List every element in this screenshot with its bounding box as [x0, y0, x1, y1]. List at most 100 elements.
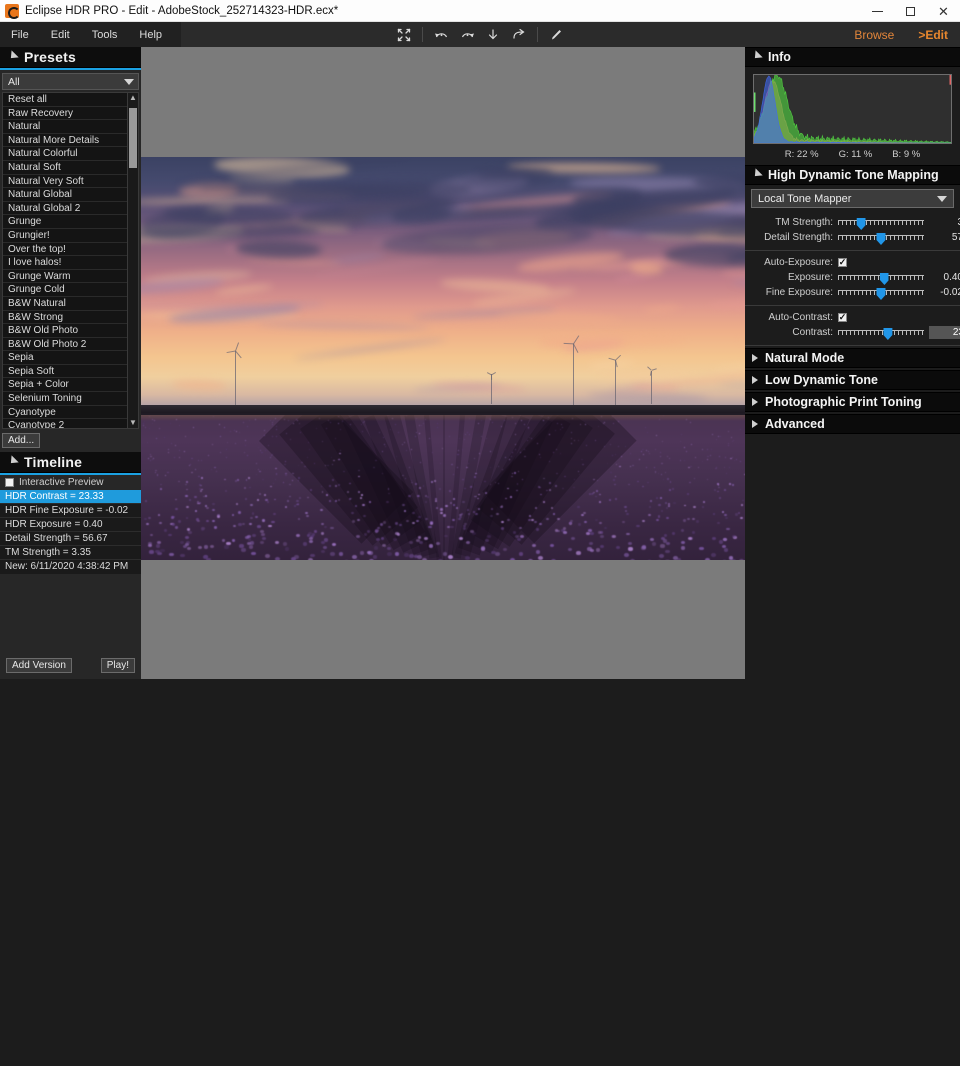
- export-arrow-icon[interactable]: [507, 24, 531, 46]
- preset-item[interactable]: Grungier!: [3, 229, 127, 243]
- preset-list[interactable]: Reset allRaw RecoveryNaturalNatural More…: [2, 92, 127, 429]
- lavender-texture: [309, 540, 313, 543]
- preset-item[interactable]: Selenium Toning: [3, 392, 127, 406]
- collapsed-section-low-dynamic-tone[interactable]: Low Dynamic Tone: [745, 370, 960, 390]
- timeline-item[interactable]: Detail Strength = 56.67: [0, 532, 141, 546]
- tab-edit[interactable]: >Edit: [918, 28, 948, 42]
- timeline-item[interactable]: HDR Contrast = 23.33: [0, 490, 141, 504]
- auto-exposure-row[interactable]: Auto-Exposure:: [751, 254, 954, 270]
- preset-item[interactable]: I love halos!: [3, 256, 127, 270]
- timeline-item[interactable]: TM Strength = 3.35: [0, 546, 141, 560]
- timeline-list[interactable]: HDR Contrast = 23.33HDR Fine Exposure = …: [0, 490, 141, 574]
- scroll-up-icon[interactable]: ▲: [129, 94, 137, 102]
- preset-item[interactable]: Natural Global 2: [3, 202, 127, 216]
- detail-strength-slider[interactable]: [838, 232, 924, 243]
- download-icon[interactable]: [481, 24, 505, 46]
- timeline-panel-header[interactable]: Timeline: [0, 452, 141, 473]
- preset-item[interactable]: Grunge Cold: [3, 283, 127, 297]
- timeline-item[interactable]: New: 6/11/2020 4:38:42 PM: [0, 560, 141, 574]
- presets-panel-header[interactable]: Presets: [0, 47, 141, 68]
- preset-item[interactable]: Raw Recovery: [3, 107, 127, 121]
- preset-item[interactable]: Natural More Details: [3, 134, 127, 148]
- preset-item[interactable]: Natural Very Soft: [3, 175, 127, 189]
- menu-tools[interactable]: Tools: [81, 22, 129, 47]
- lavender-texture: [666, 507, 669, 509]
- preset-item[interactable]: Reset all: [3, 93, 127, 107]
- preset-item[interactable]: B&W Old Photo 2: [3, 338, 127, 352]
- info-panel-header[interactable]: Info: [745, 47, 960, 67]
- lavender-texture: [696, 520, 699, 522]
- image-canvas[interactable]: [141, 47, 745, 679]
- maximize-button[interactable]: [894, 0, 927, 22]
- minimize-button[interactable]: [861, 0, 894, 22]
- preset-item[interactable]: B&W Strong: [3, 311, 127, 325]
- brush-icon[interactable]: [544, 24, 568, 46]
- tone-mapper-dropdown[interactable]: Local Tone Mapper: [751, 189, 954, 208]
- tone-mapping-panel-header[interactable]: High Dynamic Tone Mapping: [745, 165, 960, 185]
- preset-item[interactable]: Natural Colorful: [3, 147, 127, 161]
- interactive-preview-row[interactable]: Interactive Preview: [0, 475, 141, 490]
- preset-scroll-thumb[interactable]: [129, 108, 137, 168]
- timeline-item[interactable]: HDR Fine Exposure = -0.02: [0, 504, 141, 518]
- lavender-texture: [649, 506, 651, 508]
- lavender-texture: [734, 460, 735, 461]
- add-version-button[interactable]: Add Version: [6, 658, 72, 673]
- lavender-texture: [686, 451, 687, 452]
- auto-contrast-checkbox[interactable]: [838, 313, 847, 322]
- preset-filter-dropdown[interactable]: All: [2, 73, 139, 90]
- timeline-item[interactable]: HDR Exposure = 0.40: [0, 518, 141, 532]
- lavender-texture: [298, 518, 301, 520]
- preset-item[interactable]: Over the top!: [3, 243, 127, 257]
- interactive-preview-checkbox[interactable]: [5, 478, 14, 487]
- add-preset-button[interactable]: Add...: [2, 433, 40, 448]
- lavender-texture: [462, 449, 463, 450]
- preset-item[interactable]: Sepia Soft: [3, 365, 127, 379]
- undo-icon[interactable]: [429, 24, 453, 46]
- preset-item[interactable]: Sepia: [3, 351, 127, 365]
- collapsed-section-natural-mode[interactable]: Natural Mode: [745, 348, 960, 368]
- slider-handle[interactable]: [877, 288, 886, 300]
- menu-file[interactable]: File: [0, 22, 40, 47]
- preset-item[interactable]: Cyanotype: [3, 406, 127, 420]
- tm-strength-slider[interactable]: [838, 217, 924, 228]
- lavender-texture: [474, 458, 475, 459]
- tab-browse[interactable]: Browse: [854, 28, 894, 42]
- lavender-texture: [537, 443, 538, 444]
- preset-item[interactable]: Sepia + Color: [3, 378, 127, 392]
- slider-handle[interactable]: [883, 328, 892, 340]
- collapsed-section-advanced[interactable]: Advanced: [745, 414, 960, 434]
- slider-handle[interactable]: [877, 233, 886, 245]
- auto-exposure-checkbox[interactable]: [838, 258, 847, 267]
- lavender-texture: [449, 490, 451, 492]
- preset-item[interactable]: B&W Old Photo: [3, 324, 127, 338]
- preset-item[interactable]: Grunge Warm: [3, 270, 127, 284]
- lavender-texture: [272, 424, 273, 425]
- redo-icon[interactable]: [455, 24, 479, 46]
- preset-item[interactable]: Natural Soft: [3, 161, 127, 175]
- slider-handle[interactable]: [880, 273, 889, 285]
- menu-edit[interactable]: Edit: [40, 22, 81, 47]
- slider-handle[interactable]: [857, 218, 866, 230]
- lavender-texture: [467, 509, 470, 511]
- scroll-down-icon[interactable]: ▼: [129, 419, 137, 427]
- preview-image[interactable]: [141, 157, 745, 560]
- collapsed-section-photographic-print-toning[interactable]: Photographic Print Toning: [745, 392, 960, 412]
- preset-item[interactable]: Grunge: [3, 215, 127, 229]
- preset-item[interactable]: Natural: [3, 120, 127, 134]
- lavender-texture: [235, 480, 237, 481]
- menu-help[interactable]: Help: [128, 22, 173, 47]
- exposure-slider[interactable]: [838, 272, 924, 283]
- preset-item[interactable]: B&W Natural: [3, 297, 127, 311]
- fine-exposure-slider[interactable]: [838, 287, 924, 298]
- fit-to-screen-icon[interactable]: [392, 24, 416, 46]
- play-button[interactable]: Play!: [101, 658, 135, 673]
- contrast-slider[interactable]: [838, 327, 924, 338]
- lavender-texture: [314, 530, 317, 533]
- preset-item[interactable]: Natural Global: [3, 188, 127, 202]
- lavender-texture: [681, 546, 685, 549]
- close-button[interactable]: ✕: [927, 0, 960, 22]
- lavender-texture: [230, 431, 231, 432]
- lavender-texture: [555, 529, 558, 532]
- auto-contrast-row[interactable]: Auto-Contrast:: [751, 309, 954, 325]
- preset-item[interactable]: Cyanotype 2: [3, 419, 127, 429]
